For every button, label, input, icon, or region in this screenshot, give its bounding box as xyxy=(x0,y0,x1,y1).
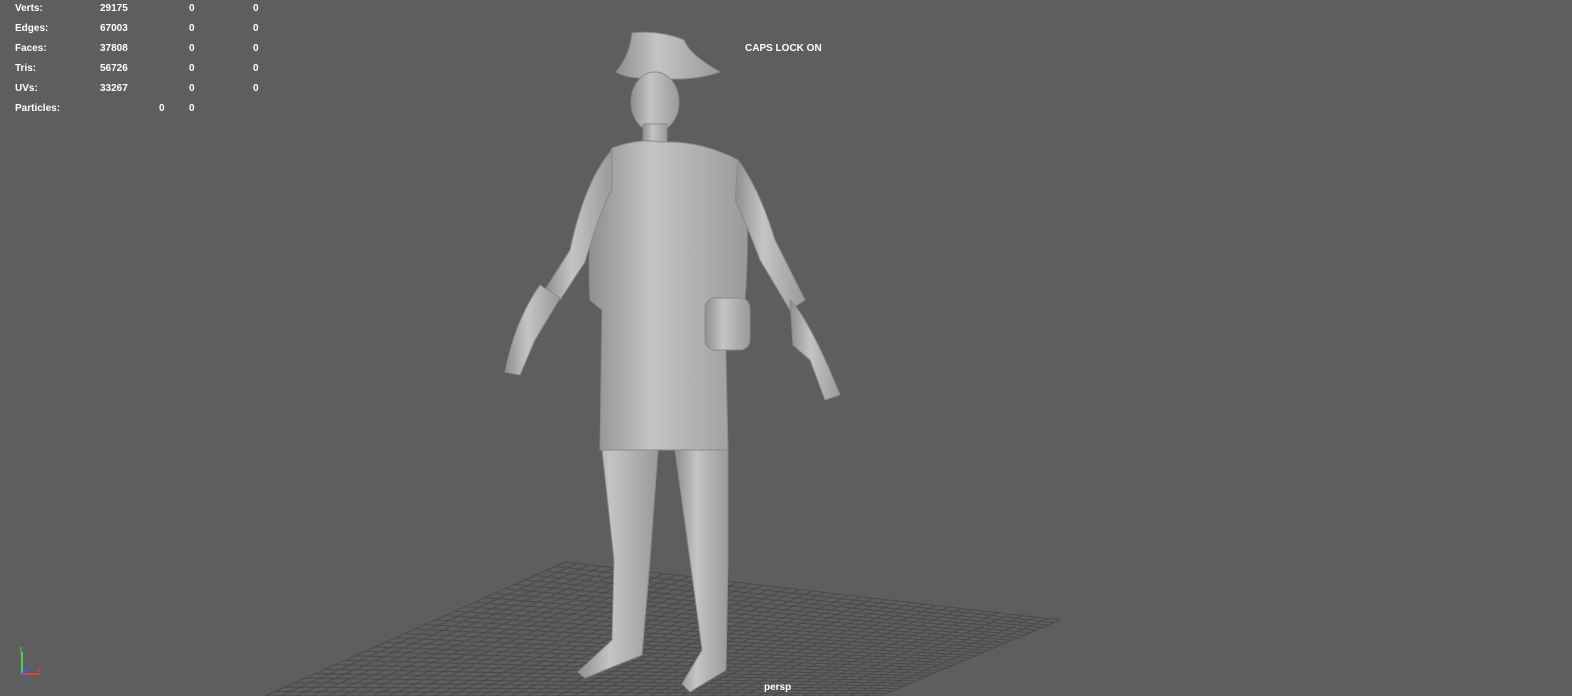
hud-particles-value: 0 xyxy=(189,103,195,114)
hud-value: 67003 xyxy=(100,23,128,34)
axis-x-label: x xyxy=(37,665,41,674)
view-axis-icon: y x z xyxy=(19,644,41,682)
hud-value: 0 xyxy=(189,3,195,14)
hud-value: 0 xyxy=(189,83,195,94)
caps-lock-indicator: CAPS LOCK ON xyxy=(745,43,822,54)
hud-label: UVs: xyxy=(15,83,38,94)
axis-y-label: y xyxy=(19,644,23,653)
coat xyxy=(588,140,748,451)
hud-label: Edges: xyxy=(15,23,49,34)
camera-name-label: persp xyxy=(764,682,792,693)
left-leg xyxy=(577,449,659,679)
hud-label: Verts: xyxy=(15,3,43,14)
hud-value: 33267 xyxy=(100,83,128,94)
hud-value: 29175 xyxy=(100,3,128,14)
hud-value: 0 xyxy=(253,83,259,94)
hud-particles-label: Particles: xyxy=(15,103,61,114)
hud-value: 0 xyxy=(189,63,195,74)
axis-z-label: z xyxy=(25,673,29,682)
hud-value: 37808 xyxy=(100,43,128,54)
right-hand xyxy=(789,298,841,401)
hud-label: Faces: xyxy=(15,43,47,54)
hud-value: 0 xyxy=(253,23,259,34)
hud-value: 0 xyxy=(253,43,259,54)
hud-label: Tris: xyxy=(15,63,37,74)
hud-particles-value: 0 xyxy=(159,103,165,114)
viewport-panel[interactable]: Verts: 29175 0 0 Edges: 67003 0 0 Faces: 37808 0 0 T… xyxy=(0,0,1572,696)
hud-value: 0 xyxy=(253,3,259,14)
left-hand xyxy=(504,284,561,376)
hud-value: 0 xyxy=(189,23,195,34)
character-model[interactable] xyxy=(0,0,1572,696)
hud-value: 0 xyxy=(189,43,195,54)
ammo-pouch xyxy=(704,297,751,351)
hud-value: 56726 xyxy=(100,63,128,74)
head xyxy=(630,71,680,133)
right-leg xyxy=(674,449,729,693)
hud-value: 0 xyxy=(253,63,259,74)
tricorn-hat xyxy=(615,31,722,80)
